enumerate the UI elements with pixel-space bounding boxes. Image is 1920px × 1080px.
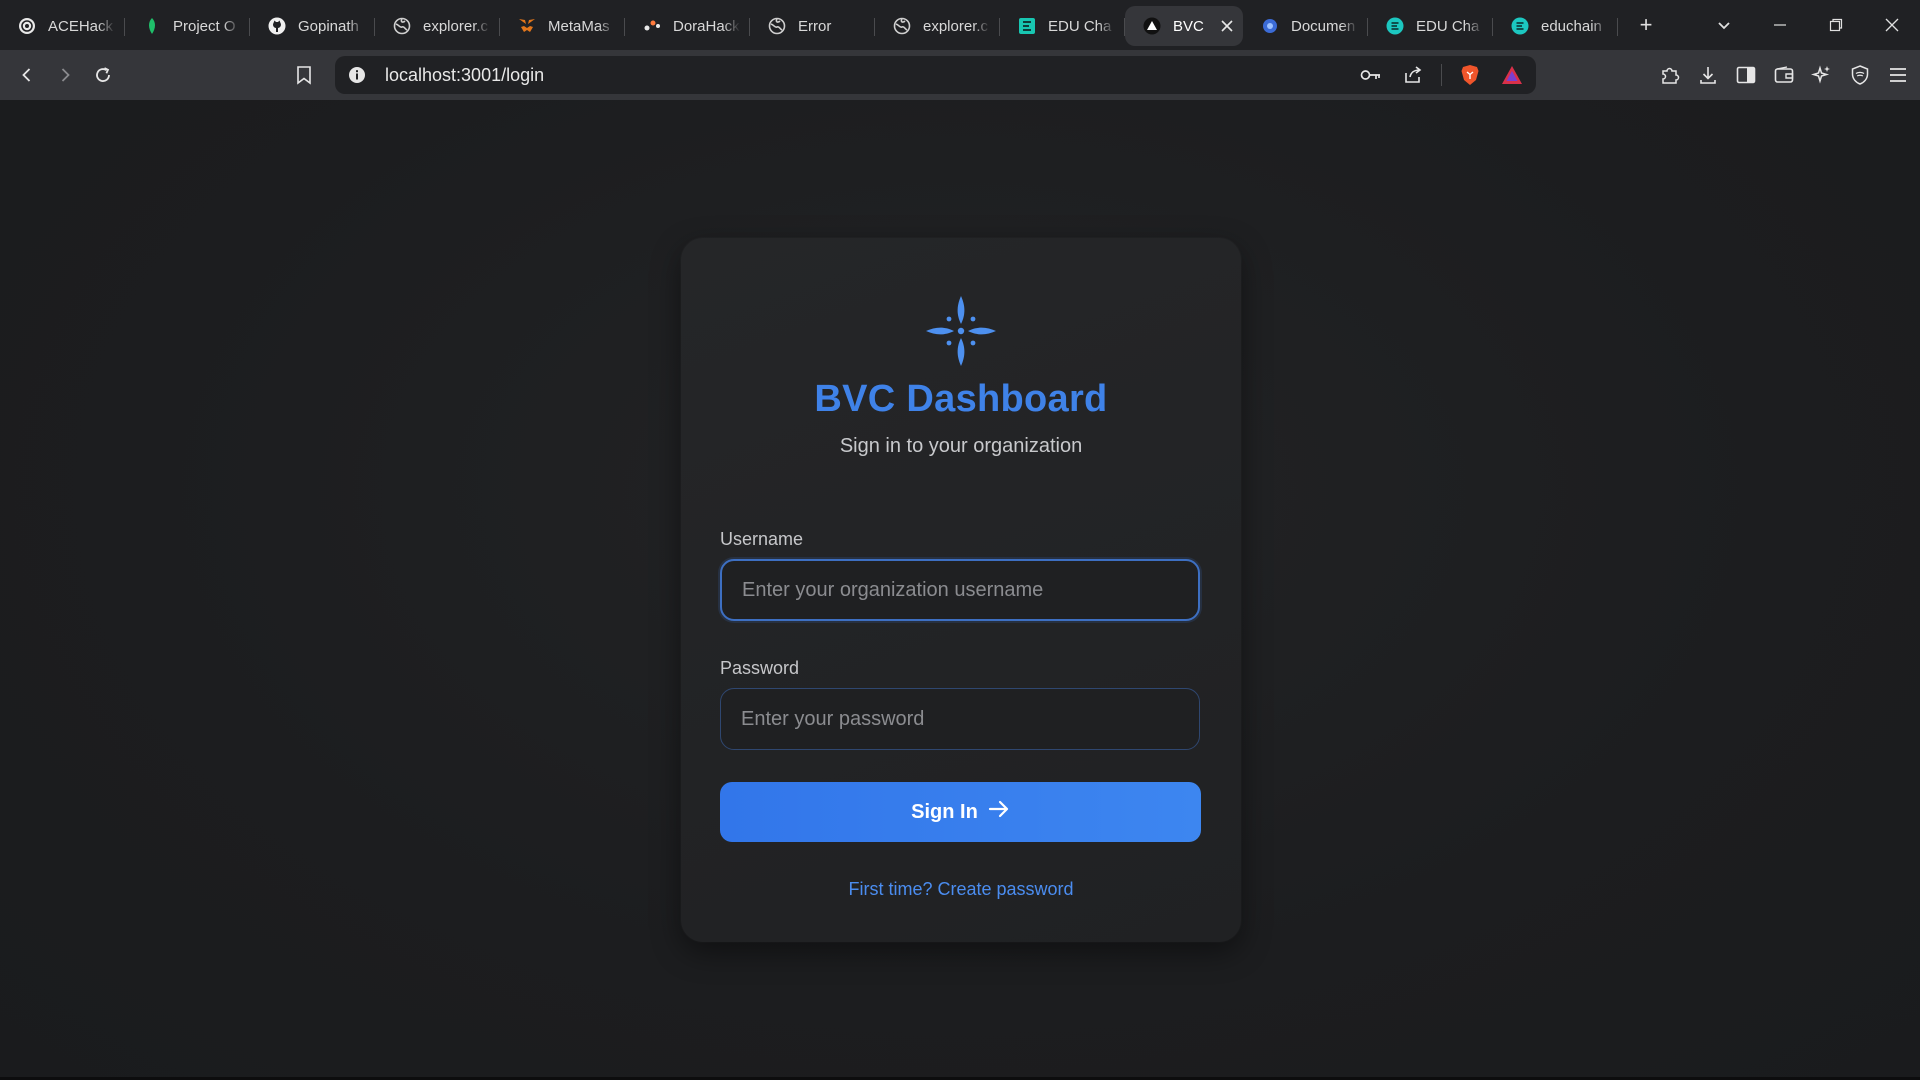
vpn-shield-icon[interactable] [1846,61,1874,89]
tab-search-chevron-icon[interactable] [1696,0,1752,50]
tab-title: EDU Cha [1416,17,1480,35]
arrow-right-icon [988,800,1010,824]
tab-title: explorer.c [923,17,989,35]
tab-title: DoraHack [673,17,740,35]
new-tab-button[interactable]: + [1626,12,1666,38]
bookmark-icon[interactable] [290,61,318,89]
menu-icon[interactable] [1884,61,1912,89]
tab[interactable]: MetaMas [500,6,625,46]
browser-toolbar: localhost:3001/login [0,50,1920,100]
sign-in-label: Sign In [911,800,978,823]
docs-icon [1261,17,1279,35]
brave-rewards-icon[interactable] [1498,61,1526,89]
edu-chain-icon [1018,17,1036,35]
tab[interactable]: Documen [1243,6,1368,46]
site-info-icon[interactable] [343,61,371,89]
minimize-icon[interactable] [1752,0,1808,50]
reload-icon[interactable] [84,56,122,94]
four-petal-star-icon [924,294,998,368]
triangle-icon [1143,17,1161,35]
download-icon[interactable] [1694,61,1722,89]
tab-title: explorer.c [423,17,489,35]
tab-title: ACEHack [48,17,114,35]
globe-icon [893,17,911,35]
tab[interactable]: DoraHack [625,6,750,46]
back-icon[interactable] [8,56,46,94]
dorahacks-icon [643,17,661,35]
tab-title: Project O [173,17,236,35]
github-icon [268,17,286,35]
leo-ai-icon[interactable] [1808,61,1836,89]
page-content: BVC Dashboard Sign in to your organizati… [0,100,1920,1080]
username-label: Username [720,529,804,549]
tab-title: MetaMas [548,17,610,35]
edu-round-icon [1386,17,1404,35]
restore-icon[interactable] [1808,0,1864,50]
brave-shields-icon[interactable] [1456,61,1484,89]
tab-title: Gopinath [298,17,359,35]
tab[interactable]: Project O [125,6,250,46]
password-input[interactable] [720,688,1200,750]
address-text[interactable]: localhost:3001/login [385,65,544,86]
page-subtitle: Sign in to your organization [839,435,1083,457]
tab-title: EDU Cha [1048,17,1112,35]
tab[interactable]: explorer.c [875,6,1000,46]
tab-strip: ACEHack Project O Gopinath explorer.c MetaMa… [0,0,1920,50]
extensions-icon[interactable] [1656,61,1684,89]
page-title: BVC Dashboard [814,378,1108,420]
tab[interactable]: ACEHack [0,6,125,46]
sign-in-button[interactable]: Sign In [720,782,1201,842]
globe-dark-icon [18,17,36,35]
close-window-icon[interactable] [1864,0,1920,50]
tab-active[interactable]: BVC [1125,6,1243,46]
window-controls [1696,0,1920,50]
tab-title: educhain [1541,17,1602,35]
leaf-icon [143,17,161,35]
wallet-icon[interactable] [1770,61,1798,89]
sidebar-icon[interactable] [1732,61,1760,89]
tab[interactable]: EDU Cha [1368,6,1493,46]
login-card: BVC Dashboard Sign in to your organizati… [681,238,1241,942]
tab-title: Error [798,17,832,35]
metamask-icon [518,17,536,35]
username-input[interactable] [720,559,1200,621]
globe-icon [768,17,786,35]
share-icon[interactable] [1399,61,1427,89]
forward-icon[interactable] [46,56,84,94]
tab[interactable]: Error [750,6,875,46]
key-icon[interactable] [1357,61,1385,89]
tab[interactable]: explorer.c [375,6,500,46]
address-bar[interactable]: localhost:3001/login [335,56,1536,94]
tab[interactable]: Gopinath [250,6,375,46]
globe-icon [393,17,411,35]
edu-round-icon [1511,17,1529,35]
tab[interactable]: educhain [1493,6,1618,46]
tab[interactable]: EDU Cha [1000,6,1125,46]
password-label: Password [720,658,800,678]
tab-title: BVC [1173,17,1204,35]
tab-list: ACEHack Project O Gopinath explorer.c MetaMa… [0,0,1618,50]
close-tab-icon[interactable] [1221,16,1233,37]
create-password-link[interactable]: First time? Create password [681,879,1241,900]
toolbar-actions [1656,50,1912,100]
omnibox-divider [1441,64,1442,86]
tab-title: Documen [1291,17,1356,35]
